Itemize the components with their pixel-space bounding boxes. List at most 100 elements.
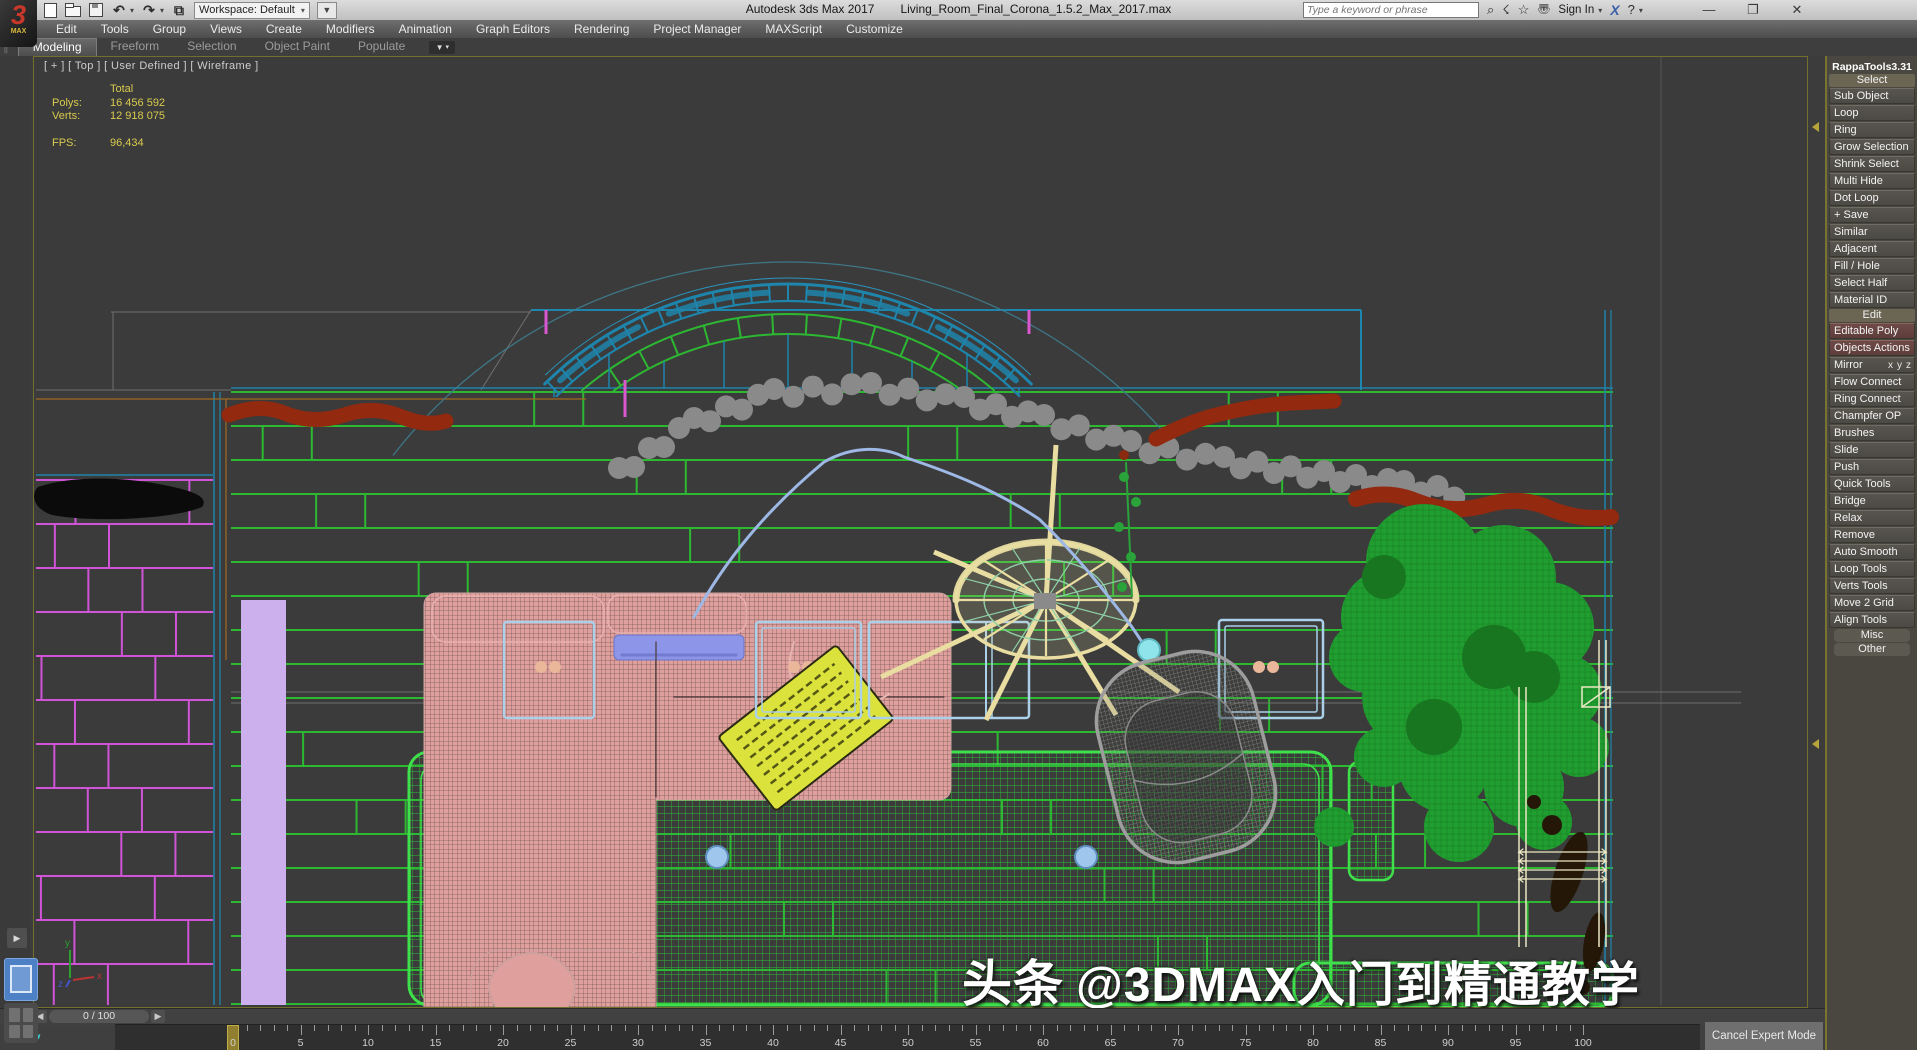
- menu-views[interactable]: Views: [198, 20, 254, 38]
- panel-button-align-tools[interactable]: Align Tools: [1829, 612, 1915, 628]
- mirror-axis-y[interactable]: y: [1897, 359, 1902, 372]
- viewport-canvas[interactable]: yxz: [34, 57, 1807, 1007]
- quick-access-toolbar: ↶▾ ↷▾ ⧉ Workspace: Default ▾ ▼: [42, 1, 337, 19]
- panel-button-slide[interactable]: Slide: [1829, 442, 1915, 458]
- ruler-tick: [341, 1025, 342, 1031]
- panel-button-select-half[interactable]: Select Half: [1829, 275, 1915, 291]
- menu-modifiers[interactable]: Modifiers: [314, 20, 387, 38]
- ruler-label: 80: [1307, 1037, 1319, 1049]
- redo-icon[interactable]: ↷: [141, 2, 157, 18]
- undo-dropdown-icon[interactable]: ▾: [130, 6, 134, 15]
- select-link-icon[interactable]: ⧉: [171, 2, 187, 18]
- ruler-tick: [1570, 1025, 1571, 1031]
- panel-button-quick-tools[interactable]: Quick Tools: [1829, 476, 1915, 492]
- time-slider-track[interactable]: ◀ 0 / 100 ▶: [0, 1008, 1825, 1025]
- panel-button-mirror[interactable]: Mirrorxyz: [1829, 357, 1915, 373]
- viewport-layout-single-button[interactable]: [4, 958, 38, 1001]
- panel-button-remove[interactable]: Remove: [1829, 527, 1915, 543]
- panel-button-auto-smooth[interactable]: Auto Smooth: [1829, 544, 1915, 560]
- time-slider[interactable]: 0 / 100: [49, 1010, 149, 1023]
- panel-button-loop-tools[interactable]: Loop Tools: [1829, 561, 1915, 577]
- menu-customize[interactable]: Customize: [834, 20, 915, 38]
- panel-button-verts-tools[interactable]: Verts Tools: [1829, 578, 1915, 594]
- minimize-button[interactable]: —: [1700, 2, 1718, 18]
- panel-button-adjacent[interactable]: Adjacent: [1829, 241, 1915, 257]
- exchange-apps-icon[interactable]: X: [1610, 2, 1619, 18]
- viewport-layout-quad-button[interactable]: [4, 1003, 38, 1043]
- close-button[interactable]: ✕: [1788, 2, 1806, 18]
- panel-button-ring-connect[interactable]: Ring Connect: [1829, 391, 1915, 407]
- restore-button[interactable]: ❐: [1744, 2, 1762, 18]
- menu-edit[interactable]: Edit: [44, 20, 89, 38]
- cancel-expert-mode-button[interactable]: Cancel Expert Mode: [1705, 1022, 1823, 1050]
- save-file-icon[interactable]: [88, 2, 104, 18]
- panel-button-dot-loop[interactable]: Dot Loop: [1829, 190, 1915, 206]
- panel-button--save[interactable]: + Save: [1829, 207, 1915, 223]
- panel-button-sub-object[interactable]: Sub Object: [1829, 88, 1915, 104]
- panel-button-move-2-grid[interactable]: Move 2 Grid: [1829, 595, 1915, 611]
- panel-button-brushes[interactable]: Brushes: [1829, 425, 1915, 441]
- menu-animation[interactable]: Animation: [387, 20, 464, 38]
- menu-create[interactable]: Create: [254, 20, 314, 38]
- panel-button-fill-hole[interactable]: Fill / Hole: [1829, 258, 1915, 274]
- panel-button-objects-actions[interactable]: Objects Actions: [1829, 340, 1915, 356]
- panel-button-loop[interactable]: Loop: [1829, 105, 1915, 121]
- search-icon[interactable]: ⌕: [1487, 2, 1494, 18]
- menu-tools[interactable]: Tools: [89, 20, 141, 38]
- undo-icon[interactable]: ↶: [111, 2, 127, 18]
- communication-center-icon[interactable]: ☇: [1502, 2, 1509, 18]
- panel-button-shrink-select[interactable]: Shrink Select: [1829, 156, 1915, 172]
- panel-collapse-arrow-icon[interactable]: [1812, 122, 1819, 132]
- flyout-arrow-button[interactable]: ▶: [7, 928, 27, 948]
- menu-project-manager[interactable]: Project Manager: [641, 20, 753, 38]
- panel-button-multi-hide[interactable]: Multi Hide: [1829, 173, 1915, 189]
- panel-button-relax[interactable]: Relax: [1829, 510, 1915, 526]
- panel-button-material-id[interactable]: Material ID: [1829, 292, 1915, 308]
- sign-in-dropdown-icon[interactable]: ▾: [1598, 6, 1602, 15]
- help-icon[interactable]: ?: [1628, 2, 1635, 18]
- open-file-icon[interactable]: [65, 2, 81, 18]
- panel-group-other[interactable]: Other: [1834, 643, 1910, 656]
- panel-button-bridge[interactable]: Bridge: [1829, 493, 1915, 509]
- panel-group-misc[interactable]: Misc: [1834, 629, 1910, 642]
- menu-group[interactable]: Group: [141, 20, 198, 38]
- workspace-selector[interactable]: Workspace: Default ▾: [194, 2, 310, 19]
- menu-maxscript[interactable]: MAXScript: [753, 20, 834, 38]
- ruler-tick: [814, 1025, 815, 1031]
- sign-in-button[interactable]: Sign In: [1558, 4, 1594, 16]
- ribbon-tab-object-paint[interactable]: Object Paint: [251, 38, 344, 56]
- panel-button-push[interactable]: Push: [1829, 459, 1915, 475]
- ruler-label: 90: [1442, 1037, 1454, 1049]
- mirror-axis-x[interactable]: x: [1888, 359, 1893, 372]
- stats-verts-label: Verts:: [52, 110, 96, 124]
- panel-button-champfer-op[interactable]: Champfer OP: [1829, 408, 1915, 424]
- favorites-star-icon[interactable]: ☆: [1518, 2, 1530, 18]
- redo-dropdown-icon[interactable]: ▾: [160, 6, 164, 15]
- 3dsmax-logo-icon[interactable]: 3 MAX: [0, 0, 37, 47]
- ruler-label: 40: [767, 1037, 779, 1049]
- panel-section-select[interactable]: Select: [1829, 74, 1915, 87]
- mirror-axis-z[interactable]: z: [1906, 359, 1911, 372]
- panel-section-edit[interactable]: Edit: [1829, 309, 1915, 322]
- panel-button-flow-connect[interactable]: Flow Connect: [1829, 374, 1915, 390]
- viewport-label[interactable]: [ + ] [ Top ] [ User Defined ] [ Wirefra…: [44, 60, 259, 72]
- toolbar-overflow-button[interactable]: ▼: [317, 2, 337, 19]
- ribbon-tab-selection[interactable]: Selection: [173, 38, 250, 56]
- viewport[interactable]: yxz [ + ] [ Top ] [ User Defined ] [ Wir…: [33, 56, 1808, 1008]
- next-frame-button[interactable]: ▶: [151, 1010, 165, 1023]
- help-dropdown-icon[interactable]: ▾: [1639, 6, 1643, 15]
- new-scene-icon[interactable]: [42, 2, 58, 18]
- search-input[interactable]: [1303, 2, 1479, 18]
- ribbon-tab-populate[interactable]: Populate: [344, 38, 419, 56]
- ribbon-tab-freeform[interactable]: Freeform: [97, 38, 174, 56]
- menu-rendering[interactable]: Rendering: [562, 20, 641, 38]
- panel-button-ring[interactable]: Ring: [1829, 122, 1915, 138]
- panel-button-grow-selection[interactable]: Grow Selection: [1829, 139, 1915, 155]
- menu-graph-editors[interactable]: Graph Editors: [464, 20, 562, 38]
- panel-button-editable-poly[interactable]: Editable Poly: [1829, 323, 1915, 339]
- timeline-ruler[interactable]: 5101520253035404550556065707580859095100…: [115, 1024, 1700, 1050]
- panel-collapse-arrow-icon[interactable]: [1812, 739, 1819, 749]
- panel-button-similar[interactable]: Similar: [1829, 224, 1915, 240]
- ribbon-minimize-button[interactable]: ▼▾: [429, 41, 455, 54]
- user-icon[interactable]: 〠: [1537, 2, 1550, 18]
